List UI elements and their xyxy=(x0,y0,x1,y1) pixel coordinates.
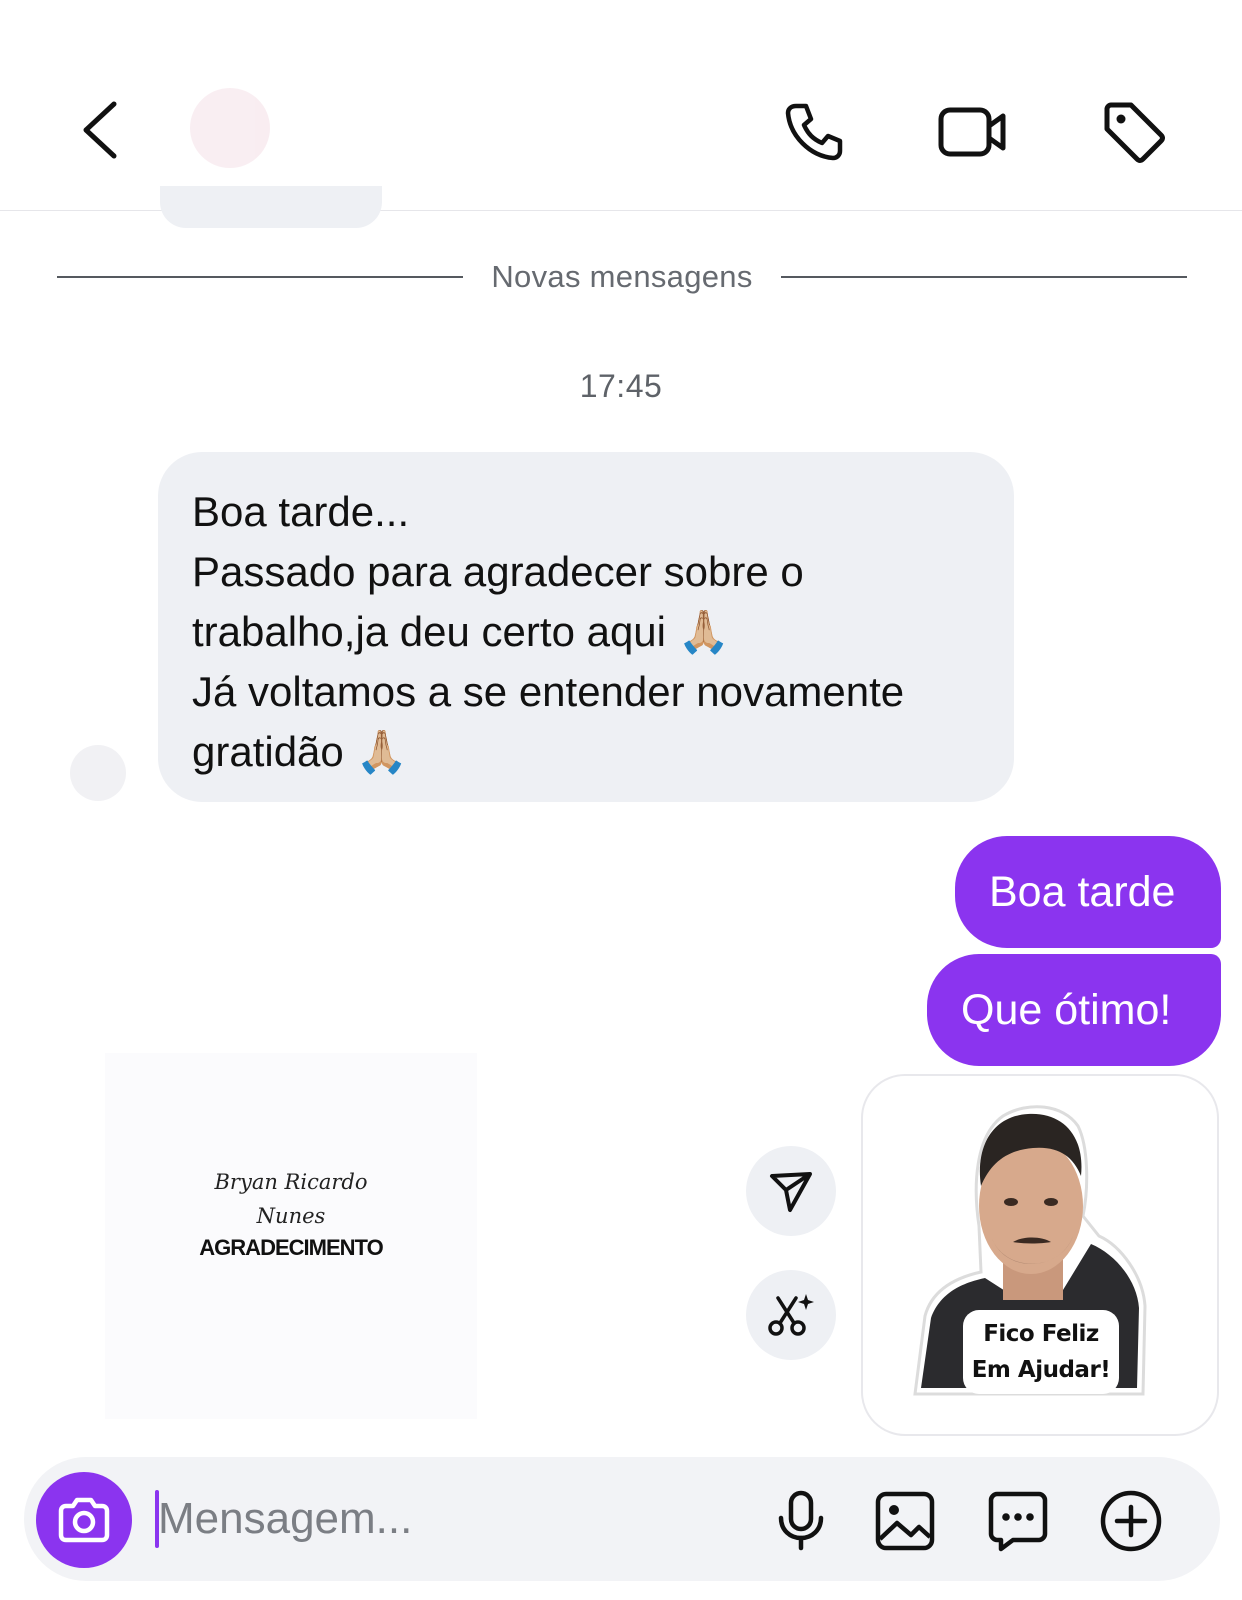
divider-line xyxy=(780,276,1187,278)
video-camera-icon xyxy=(938,107,1006,157)
more-options-button[interactable] xyxy=(1098,1488,1164,1554)
script-name-line: Nunes xyxy=(256,1204,326,1228)
contact-info-blurred[interactable] xyxy=(190,78,720,178)
sticker-button[interactable] xyxy=(985,1488,1051,1554)
message-line: trabalho,ja deu certo aqui 🙏🏼 xyxy=(192,608,730,655)
incoming-message-bubble[interactable]: Boa tarde... Passado para agradecer sobr… xyxy=(158,452,1014,802)
avatar xyxy=(190,88,270,168)
message-timestamp: 17:45 xyxy=(579,368,663,404)
sticker-caption-line: Fico Feliz xyxy=(983,1321,1099,1347)
outgoing-message-bubble[interactable]: Boa tarde xyxy=(955,836,1221,948)
contact-name-blurred xyxy=(288,103,300,153)
plus-circle-icon xyxy=(1100,1490,1162,1552)
message-line: gratidão 🙏🏼 xyxy=(192,728,408,775)
microphone-icon xyxy=(778,1490,824,1551)
shared-post-card[interactable]: Bryan Ricardo Nunes AGRADECIMENTO xyxy=(105,1053,477,1419)
gallery-button[interactable] xyxy=(872,1488,938,1554)
phone-icon xyxy=(785,103,843,161)
outgoing-message-bubble[interactable]: Que ótimo! xyxy=(927,954,1221,1066)
sticker-icon xyxy=(988,1491,1048,1552)
tag-icon xyxy=(1104,102,1165,163)
sticker-caption: Fico Feliz Em Ajudar! xyxy=(963,1310,1119,1394)
divider-label: Novas mensagens xyxy=(491,259,753,294)
message-line: Já voltamos a se entender novamente xyxy=(192,668,905,715)
send-icon xyxy=(770,1172,812,1212)
scissors-sparkle-icon xyxy=(768,1294,814,1336)
camera-button[interactable] xyxy=(36,1472,132,1568)
call-button[interactable] xyxy=(780,98,848,166)
camera-icon xyxy=(58,1497,110,1543)
sticker-caption-line: Em Ajudar! xyxy=(971,1357,1111,1383)
divider-line xyxy=(57,276,464,278)
back-button[interactable] xyxy=(70,95,130,165)
share-button[interactable] xyxy=(746,1146,836,1236)
new-messages-divider: Novas mensagens xyxy=(57,259,1187,294)
previous-message-bubble xyxy=(160,186,382,228)
video-call-button[interactable] xyxy=(935,98,1011,166)
message-input[interactable] xyxy=(158,1482,718,1556)
post-caption: AGRADECIMENTO xyxy=(199,1235,383,1260)
message-line: Passado para agradecer sobre o xyxy=(192,548,804,595)
chevron-left-icon xyxy=(83,101,117,159)
script-name-line: Bryan Ricardo xyxy=(214,1170,368,1194)
voice-message-button[interactable] xyxy=(768,1488,834,1554)
message-line: Boa tarde... xyxy=(192,488,410,535)
sticker-message[interactable]: Fico Feliz Em Ajudar! xyxy=(861,1074,1219,1436)
cutout-button[interactable] xyxy=(746,1270,836,1360)
gallery-icon xyxy=(875,1491,935,1551)
tag-button[interactable] xyxy=(1100,98,1168,166)
sender-avatar xyxy=(70,745,126,801)
shared-post-content: Bryan Ricardo Nunes AGRADECIMENTO xyxy=(105,1165,477,1261)
chat-header xyxy=(0,0,1242,211)
